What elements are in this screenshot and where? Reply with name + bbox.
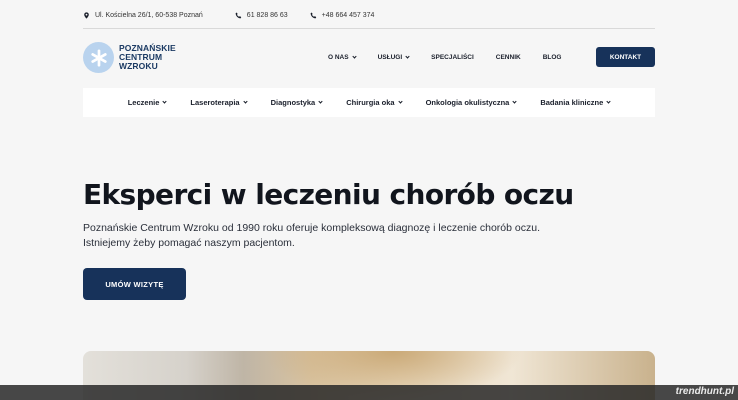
nav-label[interactable]: BLOG: [543, 54, 562, 61]
map-pin-icon: [84, 11, 89, 19]
subnav-label[interactable]: Onkologia okulistyczna: [426, 98, 510, 107]
phone-icon: [235, 12, 242, 18]
subnav-item-badania-kliniczne[interactable]: Badania kliniczne: [540, 98, 611, 107]
subnav-label[interactable]: Badania kliniczne: [540, 98, 603, 107]
subnav-item-chirurgia-oka[interactable]: Chirurgia oka: [346, 98, 403, 107]
hero-description-line-1: Poznańskie Centrum Wzroku od 1990 roku o…: [83, 222, 540, 234]
nav-item-o-nas[interactable]: O NAS: [328, 53, 357, 61]
main-navigation: O NAS USŁUGI SPECJALIŚCI CENNIK BLOG: [328, 47, 583, 67]
subnav-item-leczenie[interactable]: Leczenie: [128, 98, 168, 107]
hero-description: Poznańskie Centrum Wzroku od 1990 roku o…: [83, 221, 553, 251]
chevron-down-icon: [512, 99, 517, 104]
chevron-down-icon: [405, 53, 410, 59]
chevron-down-icon: [351, 53, 357, 59]
logo-line-3: WZROKU: [119, 61, 158, 71]
nav-item-specjalisci[interactable]: SPECJALIŚCI: [431, 54, 474, 61]
chevron-down-icon: [318, 99, 323, 104]
book-appointment-button[interactable]: UMÓW WIZYTĘ: [83, 268, 186, 300]
nav-label[interactable]: SPECJALIŚCI: [431, 54, 474, 61]
logo-wordmark: POZNAŃSKIE CENTRUM WZROKU: [119, 44, 176, 71]
watermark: trendhunt.pl: [675, 386, 734, 397]
asterisk-logo-icon: [83, 42, 114, 73]
phone-icon: [310, 12, 316, 18]
phone-info-2[interactable]: +48 664 457 374: [310, 12, 375, 19]
address-text: Ul. Kościelna 26/1, 60-538 Poznań: [95, 11, 203, 19]
nav-item-blog[interactable]: BLOG: [543, 54, 562, 61]
chevron-down-icon: [242, 99, 248, 104]
site-logo[interactable]: POZNAŃSKIE CENTRUM WZROKU: [83, 42, 176, 73]
watermark-bar: [0, 385, 738, 400]
hero-description-line-2: Istniejemy żeby pomagać naszym pacjentom…: [83, 237, 295, 249]
phone-text-2[interactable]: +48 664 457 374: [322, 12, 375, 19]
nav-label[interactable]: CENNIK: [496, 54, 521, 61]
nav-item-cennik[interactable]: CENNIK: [496, 54, 521, 61]
nav-item-uslugi[interactable]: USŁUGI: [378, 54, 410, 61]
subnav-label[interactable]: Leczenie: [128, 98, 160, 107]
chevron-down-icon: [606, 99, 611, 104]
nav-label[interactable]: O NAS: [328, 54, 349, 61]
chevron-down-icon: [397, 99, 403, 104]
address-info: Ul. Kościelna 26/1, 60-538 Poznań: [83, 12, 203, 19]
hero-title: Eksperci w leczeniu chorób oczu: [83, 178, 574, 211]
subnav-label[interactable]: Laseroterapia: [190, 98, 239, 107]
phone-info-1[interactable]: 61 828 86 63: [235, 12, 288, 19]
subnav-item-onkologia[interactable]: Onkologia okulistyczna: [426, 98, 517, 107]
subnav-label[interactable]: Diagnostyka: [271, 98, 316, 107]
subnav-item-diagnostyka[interactable]: Diagnostyka: [271, 98, 323, 107]
subnav-label[interactable]: Chirurgia oka: [346, 98, 394, 107]
chevron-down-icon: [162, 99, 168, 104]
contact-button[interactable]: KONTAKT: [596, 47, 655, 67]
subnav-item-laseroterapia[interactable]: Laseroterapia: [190, 98, 248, 107]
nav-label[interactable]: USŁUGI: [378, 54, 403, 61]
phone-text-1[interactable]: 61 828 86 63: [247, 12, 288, 19]
top-info-bar: Ul. Kościelna 26/1, 60-538 Poznań 61 828…: [83, 8, 655, 22]
header-divider: [83, 28, 655, 29]
services-navigation: Leczenie Laseroterapia Diagnostyka Chiru…: [83, 88, 655, 117]
